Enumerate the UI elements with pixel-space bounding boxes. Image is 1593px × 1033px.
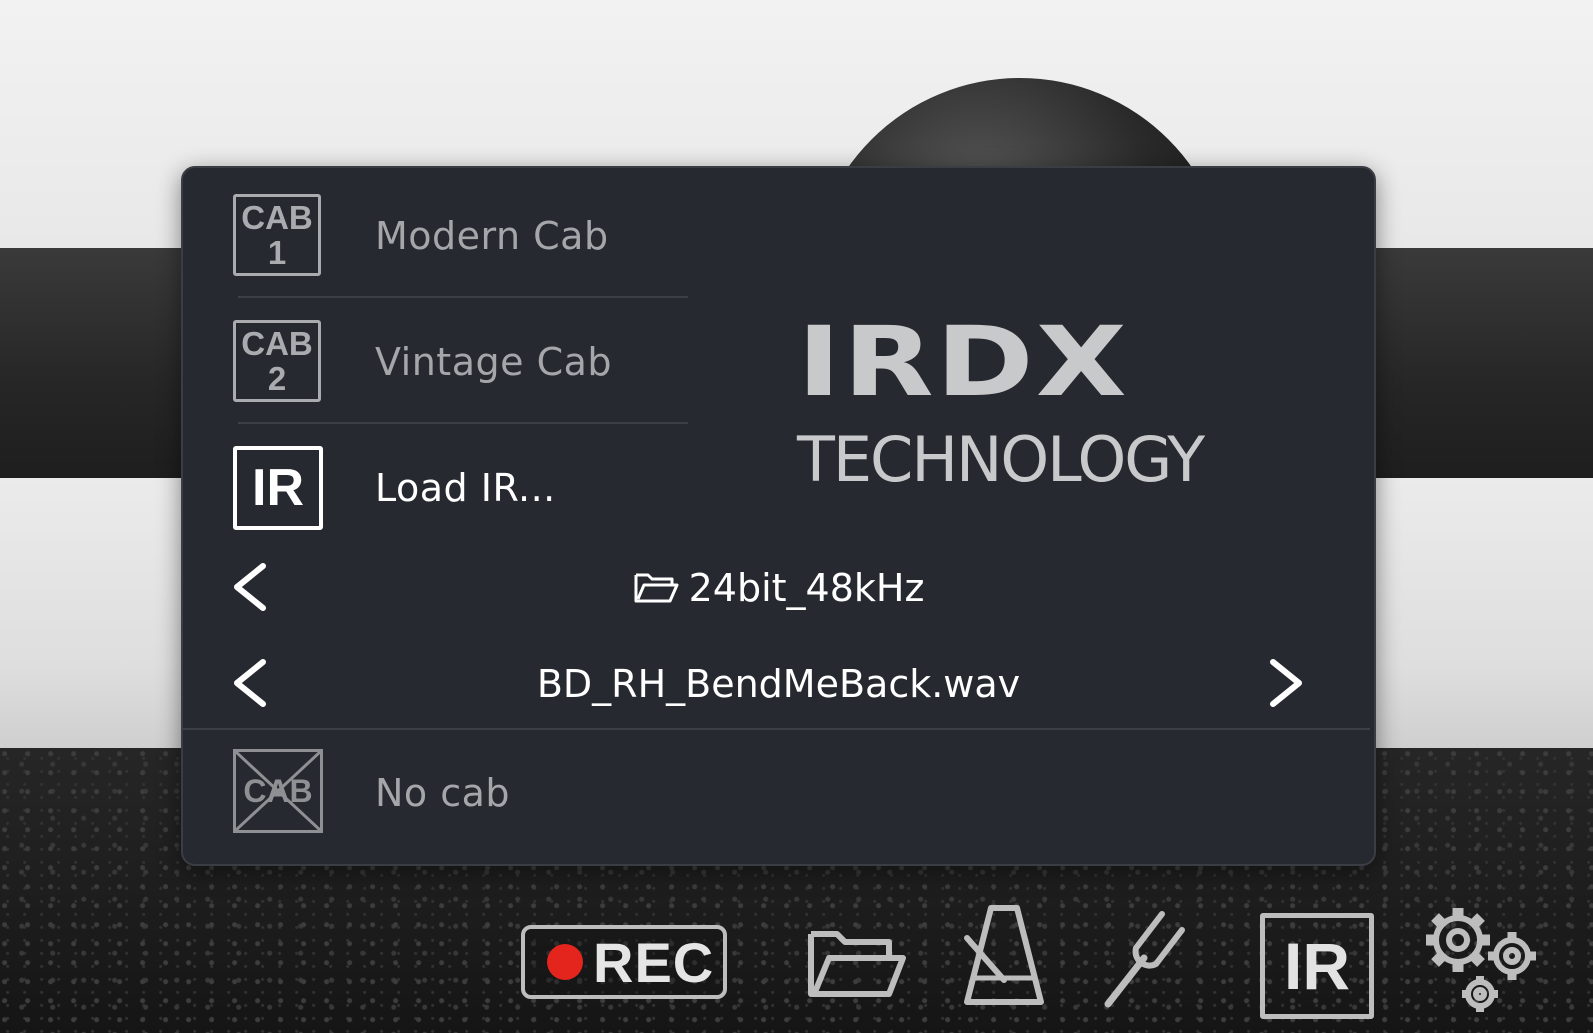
- cab-option-modern[interactable]: CAB 1 Modern Cab: [233, 186, 693, 286]
- cab-icon-text: CAB: [241, 199, 313, 236]
- folder-icon[interactable]: [805, 922, 909, 1004]
- settings-gears-icon[interactable]: [1412, 894, 1552, 1018]
- file-name: BD_RH_BendMeBack.wav: [536, 662, 1021, 706]
- cab-option-label: Vintage Cab: [375, 340, 613, 384]
- load-ir-label: Load IR...: [375, 466, 556, 510]
- logo-main-text: IRDX: [797, 304, 1129, 418]
- divider: [183, 728, 1370, 730]
- irdx-technology-logo: IRDX TECHNOLOGY: [797, 313, 1217, 491]
- no-cab-icon: CAB: [233, 749, 323, 833]
- folder-display: 24bit_48kHz: [183, 566, 1374, 610]
- cab-option-label: Modern Cab: [375, 214, 609, 258]
- tuner-fork-icon[interactable]: [1100, 900, 1210, 1010]
- file-nav-row: BD_RH_BendMeBack.wav: [183, 648, 1374, 718]
- folder-icon: [634, 573, 679, 603]
- cab-selector-panel: CAB 1 Modern Cab CAB 2 Vintage Cab IR Lo…: [181, 166, 1376, 866]
- metronome-icon[interactable]: [955, 902, 1053, 1008]
- logo-sub-text: TECHNOLOGY: [797, 423, 1205, 496]
- cab-icon-number: 1: [267, 234, 287, 271]
- cab-option-vintage[interactable]: CAB 2 Vintage Cab: [233, 312, 693, 412]
- chevron-right-icon[interactable]: [1261, 656, 1309, 710]
- record-label: REC: [593, 930, 715, 994]
- ir-icon: IR: [233, 446, 323, 530]
- bottom-toolbar: REC IR: [0, 880, 1593, 1033]
- record-icon: [547, 944, 583, 980]
- no-cab-label: No cab: [375, 771, 511, 815]
- record-button[interactable]: REC: [521, 925, 727, 999]
- cab-icon-number: 2: [267, 360, 287, 397]
- folder-nav-row: 24bit_48kHz: [183, 552, 1374, 622]
- no-cab-option[interactable]: CAB No cab: [233, 743, 693, 843]
- divider: [238, 296, 688, 298]
- load-ir-option[interactable]: IR Load IR...: [233, 438, 693, 538]
- divider: [238, 422, 688, 424]
- ir-button[interactable]: IR: [1260, 913, 1374, 1019]
- folder-name: 24bit_48kHz: [688, 566, 925, 610]
- cab-icon-text: CAB: [241, 325, 313, 362]
- cab-1-icon: CAB 1: [233, 194, 321, 276]
- cross-icon: [236, 752, 320, 830]
- cab-2-icon: CAB 2: [233, 320, 321, 402]
